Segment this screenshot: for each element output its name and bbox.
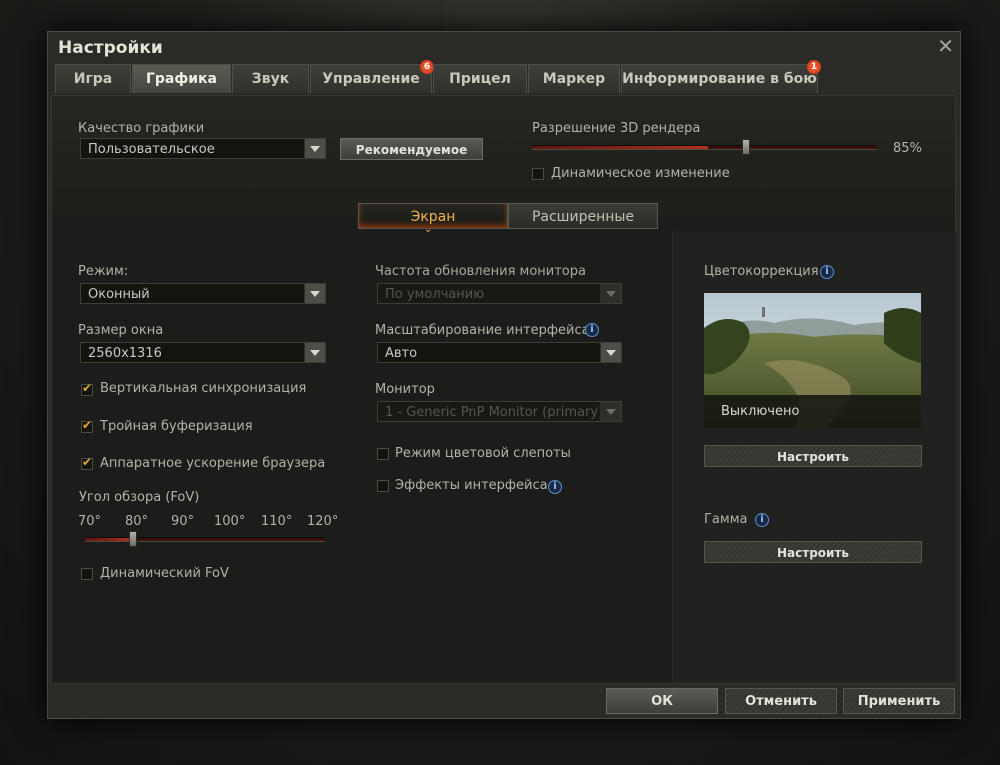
refresh-rate-select[interactable]: По умолчанию (377, 283, 622, 304)
mode-value: Оконный (88, 287, 150, 302)
chevron-down-icon: ⌄ (424, 224, 433, 235)
graphics-subtabs: Экран Расширенные (358, 203, 658, 231)
vsync-label: Вертикальная синхронизация (100, 381, 307, 396)
tab-marker[interactable]: Маркер (528, 64, 620, 93)
chevron-down-icon (304, 139, 325, 158)
colorblind-label: Режим цветовой слепоты (395, 446, 571, 461)
vsync-checkbox[interactable] (81, 381, 93, 396)
quality-value: Пользовательское (88, 142, 215, 157)
gamma-label: Гамма (704, 512, 748, 527)
fov-tick: 100° (214, 514, 246, 529)
triple-buffering-checkbox[interactable] (81, 418, 93, 433)
monitor-value: 1 - Generic PnP Monitor (primary) (385, 405, 604, 420)
background-shape (440, 0, 564, 32)
window-title: Настройки (58, 38, 163, 58)
refresh-rate-value: По умолчанию (385, 287, 485, 302)
ui-scale-select[interactable]: Авто (377, 342, 622, 363)
fov-tick: 90° (171, 514, 195, 529)
settings-window: Настройки ✕ Игра Графика Звук Управление… (47, 31, 961, 719)
refresh-rate-label: Частота обновления монитора (375, 264, 586, 279)
ui-effects-checkbox[interactable] (377, 480, 389, 492)
monitor-select[interactable]: 1 - Generic PnP Monitor (primary) (377, 401, 622, 422)
fov-slider[interactable] (85, 537, 325, 542)
resolution-slider-fill (532, 146, 708, 149)
tab-graphics[interactable]: Графика (132, 64, 231, 93)
browser-acceleration-label: Аппаратное ускорение браузера (100, 456, 326, 471)
graphics-panel: Качество графики Пользовательское Рекоме… (51, 95, 956, 684)
fov-tick: 110° (261, 514, 293, 529)
quality-label: Качество графики (78, 121, 205, 136)
ui-scale-label: Масштабирование интерфейса (375, 323, 590, 338)
color-correction-preview[interactable]: Выключено (704, 293, 921, 428)
chevron-down-icon (600, 284, 621, 303)
tab-battle-notifications[interactable]: Информирование в бою (621, 64, 818, 93)
tab-controls[interactable]: Управление (310, 64, 432, 93)
chevron-down-icon (600, 402, 621, 421)
mode-select[interactable]: Оконный (80, 283, 326, 304)
tab-sound[interactable]: Звук (232, 64, 309, 93)
resolution-slider-thumb[interactable] (742, 139, 751, 155)
monitor-label: Монитор (375, 382, 435, 397)
cancel-button[interactable]: Отменить (725, 688, 837, 714)
subtab-screen[interactable]: Экран (358, 203, 508, 229)
color-correction-status: Выключено (704, 395, 921, 428)
fov-tick: 80° (125, 514, 149, 529)
notifications-badge: 1 (807, 60, 821, 74)
info-icon[interactable]: i (585, 323, 599, 337)
tab-sight[interactable]: Прицел (433, 64, 527, 93)
info-icon[interactable]: i (820, 265, 834, 279)
fov-tick: 120° (307, 514, 339, 529)
fov-label: Угол обзора (FoV) (79, 490, 200, 505)
color-correction-label: Цветокоррекция (704, 264, 819, 279)
window-size-label: Размер окна (78, 323, 164, 338)
dynamic-fov-label: Динамический FoV (100, 566, 229, 581)
resolution-value: 85% (893, 141, 922, 156)
fov-tick: 70° (78, 514, 102, 529)
info-icon[interactable]: i (548, 480, 562, 494)
window-size-value: 2560x1316 (88, 346, 162, 361)
triple-buffering-label: Тройная буферизация (100, 419, 253, 434)
color-correction-configure-button[interactable]: Настроить (704, 445, 922, 467)
dynamic-resolution-checkbox[interactable] (532, 168, 544, 180)
fov-slider-fill (85, 538, 133, 541)
chevron-down-icon (600, 343, 621, 362)
browser-acceleration-checkbox[interactable] (81, 455, 93, 470)
quality-select[interactable]: Пользовательское (80, 138, 326, 159)
colorblind-checkbox[interactable] (377, 448, 389, 460)
tab-game[interactable]: Игра (55, 64, 131, 93)
close-icon[interactable]: ✕ (937, 34, 954, 58)
dynamic-fov-checkbox[interactable] (81, 568, 93, 580)
ui-scale-value: Авто (385, 346, 418, 361)
recommended-button[interactable]: Рекомендуемое (340, 138, 483, 160)
window-size-select[interactable]: 2560x1316 (80, 342, 326, 363)
ok-button[interactable]: ОК (606, 688, 718, 714)
chevron-down-icon (304, 343, 325, 362)
dynamic-resolution-label: Динамическое изменение (551, 166, 730, 181)
fov-slider-thumb[interactable] (129, 531, 137, 547)
resolution-slider[interactable] (532, 145, 877, 150)
chevron-down-icon (304, 284, 325, 303)
apply-button[interactable]: Применить (843, 688, 955, 714)
gamma-configure-button[interactable]: Настроить (704, 541, 922, 563)
info-icon[interactable]: i (755, 513, 769, 527)
ui-effects-label: Эффекты интерфейса (395, 478, 548, 493)
mode-label: Режим: (78, 264, 129, 279)
subtab-advanced[interactable]: Расширенные (508, 203, 658, 229)
dialog-footer: ОК Отменить Применить (48, 684, 960, 718)
controls-badge: 6 (420, 60, 434, 74)
resolution-label: Разрешение 3D рендера (532, 121, 701, 136)
